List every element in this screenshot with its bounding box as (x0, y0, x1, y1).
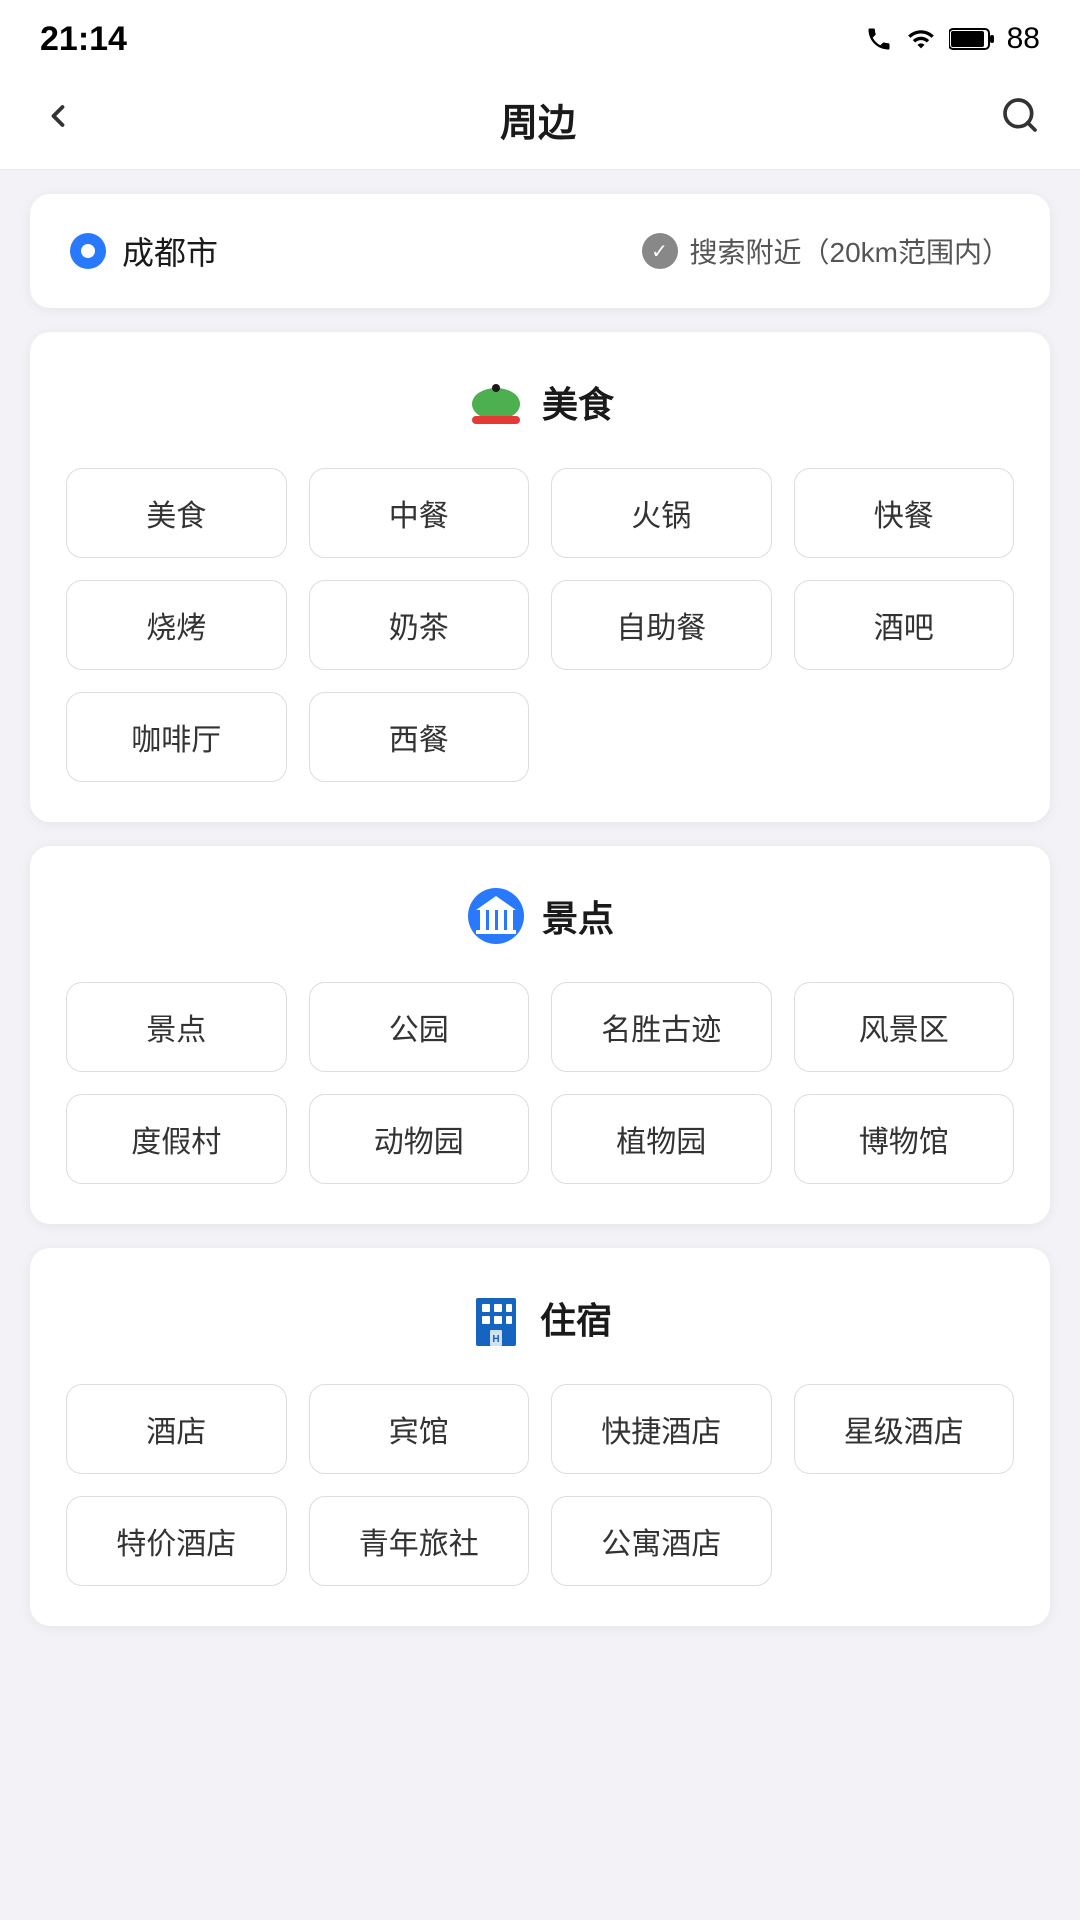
status-time: 21:14 (40, 20, 127, 59)
phone-icon (865, 25, 893, 53)
nav-bar: 周边 (0, 70, 1080, 170)
attraction-section: 景点 景点公园名胜古迹风景区度假村动物园植物园博物馆 (30, 846, 1050, 1224)
hotel-tag-星级酒店[interactable]: 星级酒店 (794, 1384, 1015, 1474)
food-tag-烧烤[interactable]: 烧烤 (66, 580, 287, 670)
food-tag-火锅[interactable]: 火锅 (551, 468, 772, 558)
food-tag-快餐[interactable]: 快餐 (794, 468, 1015, 558)
attraction-section-title: 景点 (542, 890, 614, 942)
attraction-tag-博物馆[interactable]: 博物馆 (794, 1094, 1015, 1184)
attraction-tag-风景区[interactable]: 风景区 (794, 982, 1015, 1072)
status-icons: 88 (865, 22, 1040, 56)
hotel-tags-grid: 酒店宾馆快捷酒店星级酒店特价酒店青年旅社公寓酒店 (66, 1384, 1014, 1586)
hotel-tag-公寓酒店[interactable]: 公寓酒店 (551, 1496, 772, 1586)
hotel-icon: H (468, 1288, 524, 1348)
nearby-text-label: 搜索附近（20km范围内） (690, 231, 1010, 271)
food-section-title: 美食 (542, 376, 614, 428)
wifi-icon (905, 25, 937, 53)
attraction-tag-动物园[interactable]: 动物园 (309, 1094, 530, 1184)
location-city-label: 成都市 (122, 228, 218, 274)
svg-text:H: H (492, 1334, 499, 1345)
nearby-check-icon: ✓ (642, 233, 678, 269)
attraction-icon (466, 886, 526, 946)
hotel-section-title: 住宿 (540, 1292, 612, 1344)
food-tag-奶茶[interactable]: 奶茶 (309, 580, 530, 670)
battery-icon (949, 26, 995, 52)
hotel-tag-宾馆[interactable]: 宾馆 (309, 1384, 530, 1474)
hotel-section-header: H 住宿 (66, 1288, 1014, 1348)
food-tags-grid: 美食中餐火锅快餐烧烤奶茶自助餐酒吧咖啡厅西餐 (66, 468, 1014, 782)
attraction-tags-grid: 景点公园名胜古迹风景区度假村动物园植物园博物馆 (66, 982, 1014, 1184)
attraction-tag-度假村[interactable]: 度假村 (66, 1094, 287, 1184)
back-button[interactable] (40, 95, 76, 145)
attraction-tag-植物园[interactable]: 植物园 (551, 1094, 772, 1184)
food-section-header: 美食 (66, 372, 1014, 432)
search-button[interactable] (1000, 95, 1040, 145)
attraction-section-header: 景点 (66, 886, 1014, 946)
food-tag-咖啡厅[interactable]: 咖啡厅 (66, 692, 287, 782)
page-title: 周边 (500, 92, 576, 147)
hotel-tag-酒店[interactable]: 酒店 (66, 1384, 287, 1474)
attraction-tag-景点[interactable]: 景点 (66, 982, 287, 1072)
food-tag-自助餐[interactable]: 自助餐 (551, 580, 772, 670)
food-tag-酒吧[interactable]: 酒吧 (794, 580, 1015, 670)
battery-level: 88 (1007, 22, 1040, 56)
nearby-search-group: ✓ 搜索附近（20km范围内） (642, 231, 1010, 271)
location-bar[interactable]: 成都市 ✓ 搜索附近（20km范围内） (30, 194, 1050, 308)
location-dot-icon (70, 233, 106, 269)
hotel-tag-特价酒店[interactable]: 特价酒店 (66, 1496, 287, 1586)
attraction-tag-公园[interactable]: 公园 (309, 982, 530, 1072)
food-icon (466, 372, 526, 432)
hotel-section: H 住宿 酒店宾馆快捷酒店星级酒店特价酒店青年旅社公寓酒店 (30, 1248, 1050, 1626)
food-tag-中餐[interactable]: 中餐 (309, 468, 530, 558)
status-bar: 21:14 88 (0, 0, 1080, 70)
food-tag-美食[interactable]: 美食 (66, 468, 287, 558)
food-tag-西餐[interactable]: 西餐 (309, 692, 530, 782)
hotel-tag-快捷酒店[interactable]: 快捷酒店 (551, 1384, 772, 1474)
attraction-tag-名胜古迹[interactable]: 名胜古迹 (551, 982, 772, 1072)
food-section: 美食 美食中餐火锅快餐烧烤奶茶自助餐酒吧咖啡厅西餐 (30, 332, 1050, 822)
location-city-group: 成都市 (70, 228, 218, 274)
hotel-tag-青年旅社[interactable]: 青年旅社 (309, 1496, 530, 1586)
